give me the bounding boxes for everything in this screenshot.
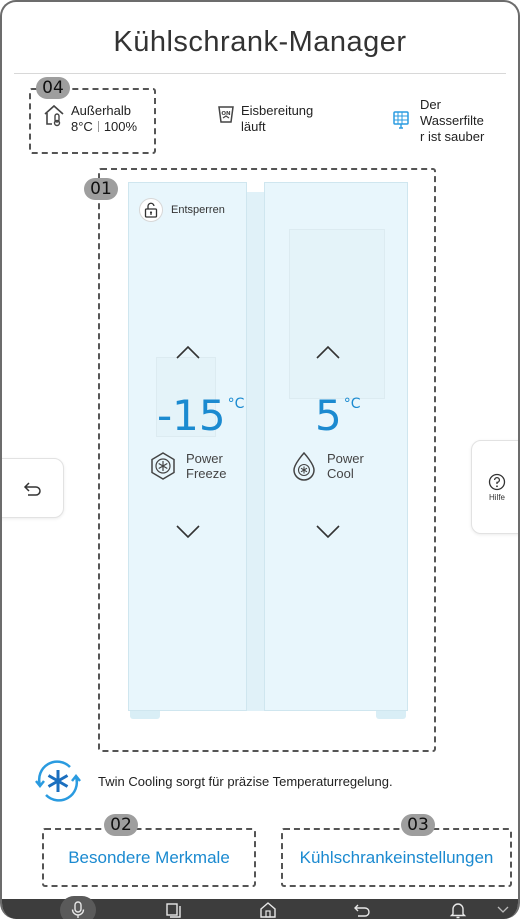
ice-maker-on-icon: ON	[218, 106, 234, 123]
freezer-temp-unit: °C	[227, 396, 245, 412]
callout-badge-01: 01	[84, 178, 118, 200]
water-filter-icon	[393, 111, 409, 129]
recent-apps-icon[interactable]	[164, 901, 182, 919]
filter-line1: Der	[420, 97, 441, 112]
unlock-control[interactable]: Entsperren	[139, 198, 225, 222]
fridge-temp-value: 5	[315, 391, 342, 440]
outside-values: 8°C 100%	[71, 119, 137, 135]
fridge-temp-unit: °C	[343, 396, 361, 412]
filter-line3: r ist sauber	[420, 129, 485, 144]
fridge-settings-button[interactable]: Kühlschrankeinstellungen	[281, 848, 512, 868]
nav-back-icon[interactable]	[353, 901, 371, 919]
power-cool-icon	[293, 451, 315, 481]
fridge-temperature: 5 °C	[315, 395, 361, 437]
fridge-display-panel	[289, 229, 385, 399]
outside-humidity: 100%	[103, 119, 138, 134]
power-cool-line1: Power	[327, 451, 364, 466]
microphone-icon[interactable]	[69, 901, 87, 919]
notification-icon[interactable]	[449, 901, 467, 919]
twin-cooling-text: Twin Cooling sorgt für präzise Temperatu…	[98, 773, 393, 789]
help-icon	[488, 473, 506, 490]
fridge-hinge-strip	[247, 192, 264, 711]
special-features-button[interactable]: Besondere Merkmale	[42, 848, 256, 868]
power-freeze-toggle[interactable]: Power Freeze	[148, 451, 226, 481]
twin-cooling-info: Twin Cooling sorgt für präzise Temperatu…	[32, 759, 393, 803]
power-cool-toggle[interactable]: Power Cool	[289, 451, 364, 481]
freezer-foot	[130, 711, 160, 719]
fridge-foot	[376, 711, 406, 719]
fridge-temp-up-icon[interactable]	[313, 342, 343, 362]
callout-badge-03: 03	[401, 814, 435, 836]
freezer-temp-value: -15	[157, 391, 226, 440]
unlock-label: Entsperren	[171, 204, 225, 216]
chevron-down-icon[interactable]	[496, 903, 510, 917]
freezer-door[interactable]	[128, 182, 247, 711]
page-title: Kühlschrank-Manager	[113, 26, 407, 58]
callout-badge-04: 04	[36, 77, 70, 99]
help-button[interactable]: Hilfe	[471, 440, 518, 534]
power-freeze-line2: Freeze	[186, 466, 227, 481]
freezer-temperature: -15 °C	[157, 395, 244, 437]
power-freeze-line1: Power	[186, 451, 223, 466]
outside-status[interactable]: Außerhalb 8°C 100%	[43, 103, 137, 135]
power-cool-line2: Cool	[327, 466, 354, 481]
water-filter-status[interactable]: Der Wasserfilte r ist sauber	[392, 97, 484, 145]
house-thermometer-icon	[44, 104, 64, 127]
ice-maker-line1: Eisbereitung	[241, 103, 314, 118]
app-window: Kühlschrank-Manager 04 Außerhalb 8°C 100%…	[0, 0, 520, 919]
home-icon[interactable]	[259, 901, 277, 919]
freezer-temp-down-icon[interactable]	[173, 522, 203, 542]
unlock-button[interactable]	[139, 198, 163, 222]
twin-cooling-icon	[35, 760, 81, 802]
back-side-button[interactable]	[2, 458, 64, 518]
ice-maker-line2: läuft	[241, 119, 266, 134]
ice-maker-status[interactable]: ON Eisbereitung läuft	[217, 103, 313, 135]
callout-badge-02: 02	[104, 814, 138, 836]
title-divider	[14, 73, 506, 74]
help-label: Hilfe	[488, 492, 505, 502]
system-navigation-bar	[2, 896, 518, 919]
fridge-temp-down-icon[interactable]	[313, 522, 343, 542]
power-freeze-icon	[151, 452, 175, 480]
filter-line2: Wasserfilte	[420, 113, 484, 128]
outside-label: Außerhalb	[71, 103, 131, 118]
freezer-temp-up-icon[interactable]	[173, 342, 203, 362]
outside-temperature: 8°C	[71, 119, 93, 134]
back-icon	[23, 482, 41, 496]
unlock-icon	[144, 202, 158, 218]
